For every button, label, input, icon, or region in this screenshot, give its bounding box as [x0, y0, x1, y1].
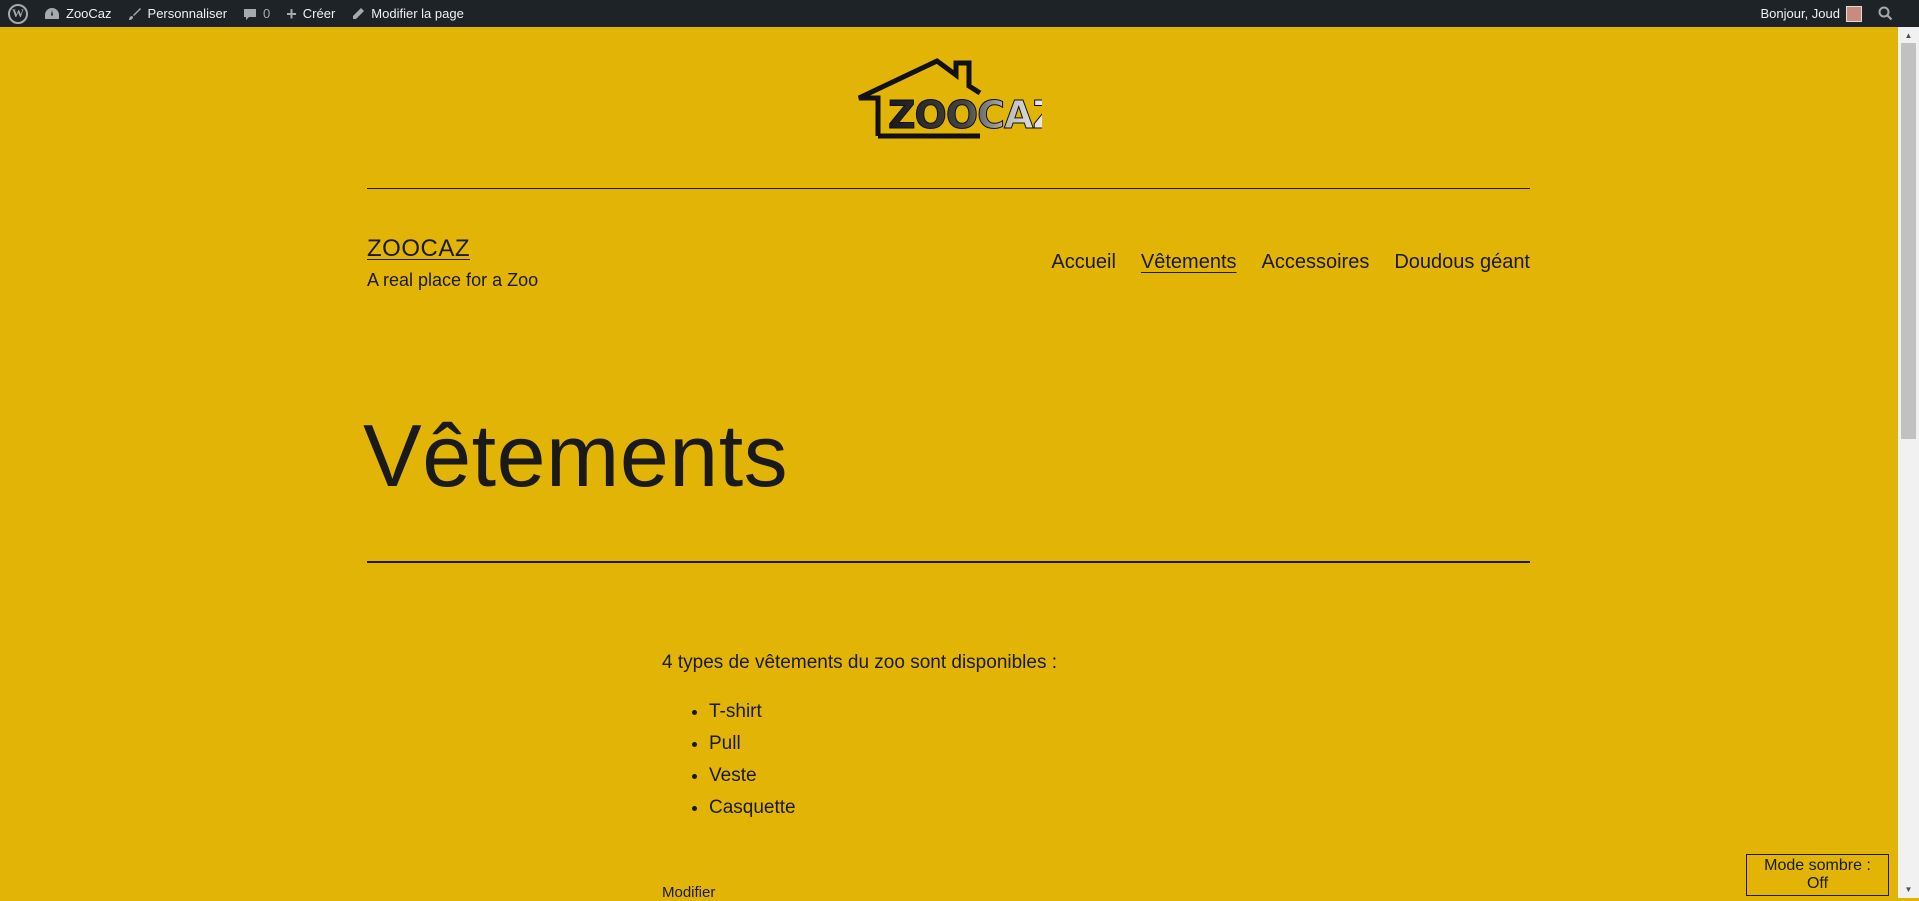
- title-divider: [367, 561, 1530, 563]
- primary-menu: Accueil Vêtements Accessoires Doudous gé…: [1051, 251, 1530, 274]
- customize-button[interactable]: Personnaliser: [120, 0, 236, 27]
- dashboard-icon: [44, 7, 60, 21]
- site-tagline: A real place for a Zoo: [367, 270, 539, 290]
- greeting-label: Bonjour, Joud: [1760, 6, 1840, 21]
- edit-page-label: Modifier la page: [371, 6, 464, 21]
- search-icon: [1878, 6, 1893, 21]
- list-item: Pull: [709, 728, 1057, 760]
- page-title: Vêtements: [363, 406, 789, 505]
- comments-count: 0: [263, 6, 271, 21]
- new-content-label: Créer: [302, 6, 336, 21]
- plus-icon: +: [286, 3, 297, 24]
- brush-icon: [128, 7, 142, 21]
- avatar: [1846, 5, 1862, 22]
- new-content-button[interactable]: + Créer: [278, 0, 343, 27]
- comment-icon: [243, 7, 257, 21]
- logo-text: ZOOCAZ: [888, 93, 1042, 137]
- list-item: T-shirt: [709, 696, 1057, 728]
- admin-search-button[interactable]: [1870, 0, 1919, 27]
- wordpress-icon: W: [8, 3, 28, 24]
- user-account-button[interactable]: Bonjour, Joud: [1752, 0, 1870, 27]
- nav-item-vetements[interactable]: Vêtements: [1141, 251, 1237, 274]
- scroll-down-arrow-icon[interactable]: ▼: [1898, 881, 1919, 898]
- nav-item-accueil[interactable]: Accueil: [1051, 251, 1115, 274]
- intro-text: 4 types de vêtements du zoo sont disponi…: [662, 652, 1058, 673]
- edit-page-button[interactable]: Modifier la page: [343, 0, 472, 27]
- scroll-up-arrow-icon[interactable]: ▲: [1898, 27, 1919, 44]
- wordpress-logo-button[interactable]: W: [0, 0, 36, 27]
- page-content: 4 types de vêtements du zoo sont disponi…: [662, 652, 1057, 824]
- clothing-list: T-shirt Pull Veste Casquette: [662, 696, 1057, 824]
- scroll-thumb[interactable]: [1901, 43, 1916, 439]
- header-divider: [367, 188, 1530, 189]
- list-item: Casquette: [709, 792, 1057, 824]
- dark-mode-toggle-button[interactable]: Mode sombre : Off: [1746, 854, 1889, 896]
- pencil-icon: [351, 7, 365, 21]
- edit-page-link[interactable]: Modifier: [662, 884, 715, 901]
- site-title-link[interactable]: ZOOCAZ: [367, 235, 470, 263]
- nav-item-doudous[interactable]: Doudous géant: [1394, 251, 1530, 274]
- admin-bar: W ZooCaz Personnaliser 0 + Créer Modifie…: [0, 0, 1919, 27]
- customize-label: Personnaliser: [147, 6, 228, 21]
- site-name-button[interactable]: ZooCaz: [36, 0, 120, 27]
- list-item: Veste: [709, 760, 1057, 792]
- comments-button[interactable]: 0: [235, 0, 278, 27]
- nav-item-accessoires[interactable]: Accessoires: [1262, 251, 1370, 274]
- site-logo[interactable]: ZOOCAZ: [856, 56, 1061, 142]
- site-name-label: ZooCaz: [66, 6, 112, 21]
- page-scrollbar[interactable]: ▲ ▼: [1898, 27, 1919, 898]
